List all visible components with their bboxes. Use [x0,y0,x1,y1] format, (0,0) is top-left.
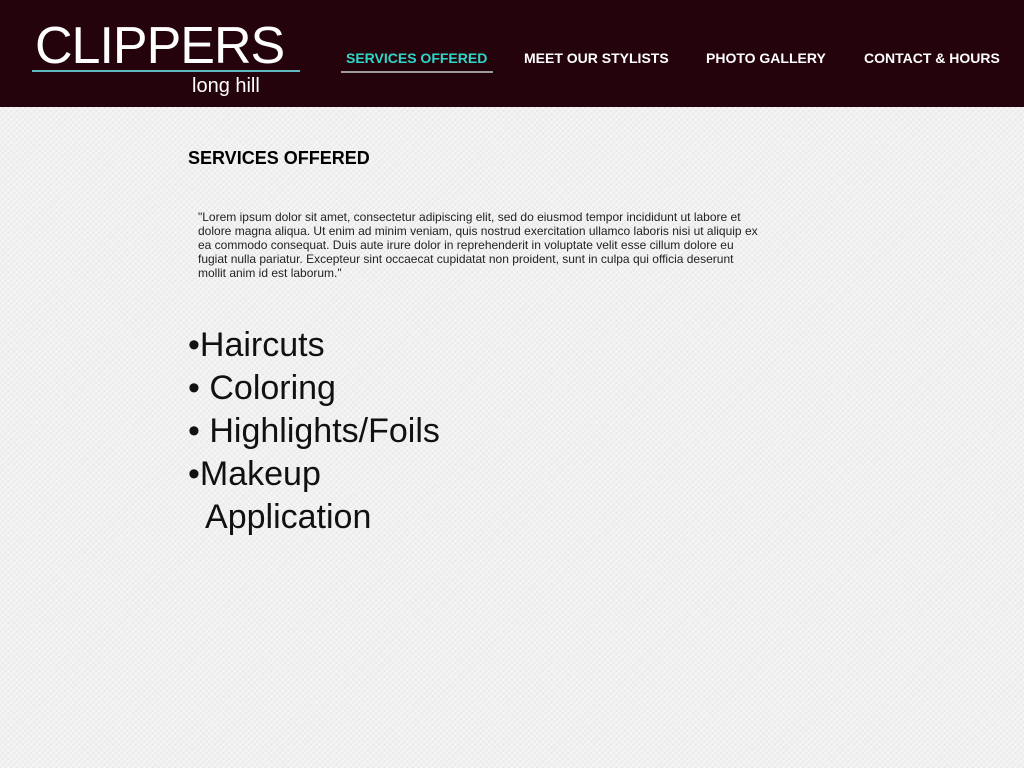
service-item-highlights-foils: • Highlights/Foils [188,412,440,450]
services-list: •Haircuts • Coloring • Highlights/Foils … [188,324,588,539]
intro-paragraph: "Lorem ipsum dolor sit amet, consectetur… [198,210,758,280]
site-header: CLIPPERS long hill SERVICES OFFERED MEET… [0,0,1024,107]
main-nav: SERVICES OFFERED MEET OUR STYLISTS PHOTO… [0,0,1024,107]
page-title: SERVICES OFFERED [188,148,370,168]
service-item-makeup-continued: Application [188,498,372,536]
service-item-coloring: • Coloring [188,369,336,407]
nav-photo-gallery[interactable]: PHOTO GALLERY [706,49,826,67]
service-item-haircuts: •Haircuts [188,326,325,364]
nav-active-underline [341,71,493,73]
nav-contact-hours[interactable]: CONTACT & HOURS [864,49,1000,67]
nav-meet-our-stylists[interactable]: MEET OUR STYLISTS [524,49,669,67]
nav-services-offered[interactable]: SERVICES OFFERED [346,49,487,67]
service-item-makeup: •Makeup [188,455,321,493]
